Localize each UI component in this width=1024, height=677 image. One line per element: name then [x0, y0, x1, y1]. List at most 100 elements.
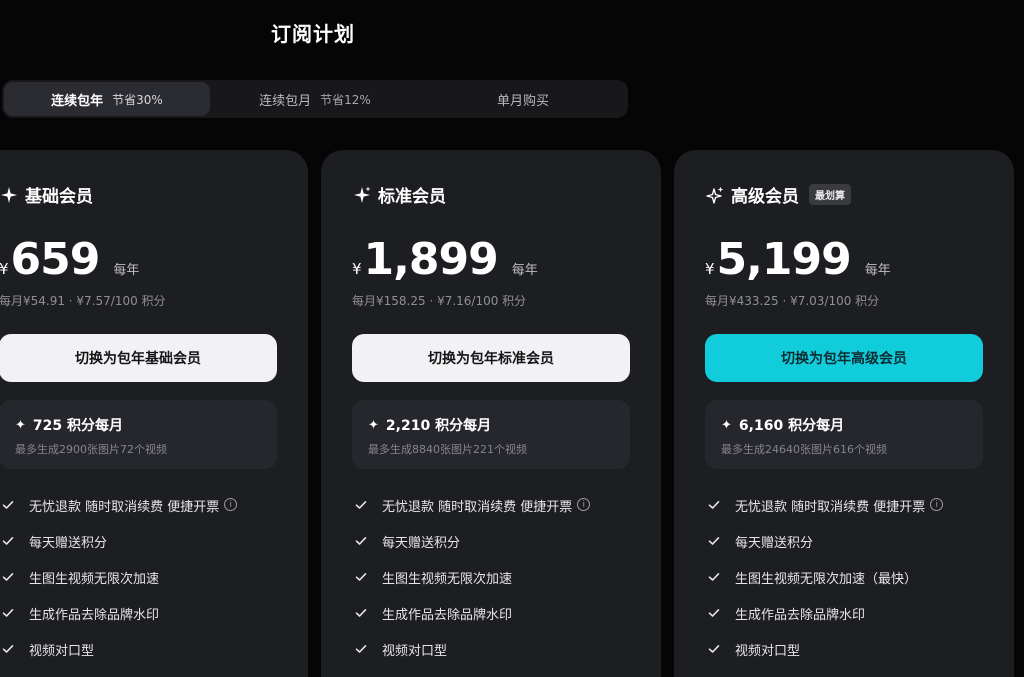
credits-box: ✦ 6,160 积分每月 最多生成24640张图片616个视频 [705, 400, 983, 469]
feature-text: 生图生视频无限次加速（最快） [735, 572, 918, 587]
feature-list: 无忧退款 随时取消续费 便捷开票 i 每天赠送积分 生图生视频无限次加速（最快）… [707, 496, 944, 676]
tab-single-month[interactable]: 单月购买 [420, 82, 626, 116]
switch-plan-button[interactable]: 切换为包年基础会员 [0, 334, 277, 382]
check-icon [708, 501, 720, 509]
credits-amount: ✦ 2,210 积分每月 [368, 415, 491, 435]
plan-card-basic: 基础会员 ¥ 659 每年 每月¥54.91 · ¥7.57/100 积分 切换… [0, 150, 308, 677]
check-icon [2, 645, 14, 653]
plan-header: 标准会员 [353, 182, 446, 207]
feature-item: 视频对口型 [354, 640, 590, 676]
plan-header: 基础会员 [0, 182, 93, 207]
feature-item: 无忧退款 随时取消续费 便捷开票 i [1, 496, 238, 532]
feature-text: 生成作品去除品牌水印 [735, 608, 866, 623]
feature-text: 生图生视频无限次加速 [382, 572, 513, 587]
tab-annual-label: 连续包年 [51, 93, 104, 109]
feature-item: 生图生视频无限次加速 [1, 568, 237, 604]
feature-item: 生图生视频无限次加速（最快） [707, 568, 943, 604]
check-icon [355, 573, 367, 581]
check-icon [708, 573, 720, 581]
feature-item: 无忧退款 随时取消续费 便捷开票 i [354, 496, 591, 532]
best-value-badge: 最划算 [809, 184, 851, 205]
feature-text: 无忧退款 随时取消续费 便捷开票 [29, 500, 220, 515]
check-icon [2, 501, 14, 509]
check-icon [708, 609, 720, 617]
star-icon: ✦ [368, 417, 379, 433]
info-icon[interactable]: i [577, 498, 591, 511]
feature-text: 生图生视频无限次加速 [29, 572, 160, 587]
currency-symbol: ¥ [352, 260, 362, 278]
tab-single-month-label: 单月购买 [496, 93, 549, 109]
currency-symbol: ¥ [0, 260, 9, 278]
check-icon [2, 537, 14, 545]
check-icon [355, 645, 367, 653]
price-period: 每年 [113, 263, 140, 278]
price-row: ¥ 1,899 每年 [352, 234, 538, 285]
feature-text: 视频对口型 [29, 644, 95, 659]
check-icon [355, 609, 367, 617]
credits-note: 最多生成24640张图片616个视频 [721, 443, 887, 456]
sparkle-icon [1, 186, 17, 203]
feature-list: 无忧退款 随时取消续费 便捷开票 i 每天赠送积分 生图生视频无限次加速 生成作… [1, 496, 238, 676]
plan-price: 1,899 [363, 234, 499, 285]
star-icon: ✦ [721, 417, 732, 433]
plan-price: 659 [10, 234, 101, 285]
price-detail: 每月¥158.25 · ¥7.16/100 积分 [352, 294, 527, 308]
info-icon[interactable]: i [224, 498, 238, 511]
feature-text: 生成作品去除品牌水印 [29, 608, 160, 623]
check-icon [2, 609, 14, 617]
plan-price: 5,199 [716, 234, 852, 285]
feature-item: 视频对口型 [1, 640, 237, 676]
feature-text: 无忧退款 随时取消续费 便捷开票 [735, 500, 926, 515]
currency-symbol: ¥ [705, 260, 715, 278]
credits-note: 最多生成8840张图片221个视频 [368, 443, 527, 456]
feature-text: 每天赠送积分 [735, 536, 814, 551]
feature-text: 无忧退款 随时取消续费 便捷开票 [382, 500, 573, 515]
feature-item: 生图生视频无限次加速 [354, 568, 590, 604]
tab-annual-saving: 节省30% [112, 92, 163, 107]
feature-text: 生成作品去除品牌水印 [382, 608, 513, 623]
credits-label: 6,160 积分每月 [738, 418, 845, 434]
switch-plan-button[interactable]: 切换为包年标准会员 [352, 334, 630, 382]
credits-box: ✦ 725 积分每月 最多生成2900张图片72个视频 [0, 400, 277, 469]
sparkle-icon [354, 186, 371, 203]
credits-note: 最多生成2900张图片72个视频 [15, 443, 167, 456]
page-title: 订阅计划 [271, 22, 355, 46]
feature-list: 无忧退款 随时取消续费 便捷开票 i 每天赠送积分 生图生视频无限次加速 生成作… [354, 496, 591, 676]
feature-item: 每天赠送积分 [354, 532, 590, 568]
plan-name: 基础会员 [25, 187, 93, 207]
plan-name: 标准会员 [378, 187, 446, 207]
feature-item: 生成作品去除品牌水印 [354, 604, 590, 640]
subscription-page: 订阅计划 连续包年 节省30% 连续包月 节省12% 单月购买 基础会员 ¥ 6… [0, 0, 1024, 677]
billing-period-tabs: 连续包年 节省30% 连续包月 节省12% 单月购买 [2, 80, 628, 118]
credits-amount: ✦ 725 积分每月 [15, 415, 123, 435]
check-icon [708, 645, 720, 653]
tab-monthly[interactable]: 连续包月 节省12% [212, 82, 418, 116]
plan-name: 高级会员 [731, 187, 799, 207]
credits-amount: ✦ 6,160 积分每月 [721, 415, 844, 435]
feature-text: 视频对口型 [382, 644, 448, 659]
feature-item: 生成作品去除品牌水印 [707, 604, 943, 640]
check-icon [708, 537, 720, 545]
plan-header: 高级会员 最划算 [706, 182, 851, 207]
feature-item: 每天赠送积分 [707, 532, 943, 568]
feature-item: 无忧退款 随时取消续费 便捷开票 i [707, 496, 944, 532]
credits-box: ✦ 2,210 积分每月 最多生成8840张图片221个视频 [352, 400, 630, 469]
feature-item: 每天赠送积分 [1, 532, 237, 568]
star-icon: ✦ [15, 417, 26, 433]
feature-text: 视频对口型 [735, 644, 801, 659]
price-detail: 每月¥54.91 · ¥7.57/100 积分 [0, 294, 166, 308]
check-icon [2, 573, 14, 581]
check-icon [355, 501, 367, 509]
price-period: 每年 [511, 263, 538, 278]
price-row: ¥ 5,199 每年 [705, 234, 891, 285]
info-icon[interactable]: i [930, 498, 944, 511]
tab-monthly-label: 连续包月 [259, 93, 312, 109]
feature-item: 生成作品去除品牌水印 [1, 604, 237, 640]
sparkles-icon [706, 186, 724, 204]
feature-item: 视频对口型 [707, 640, 943, 676]
plan-card-premium: 高级会员 最划算 ¥ 5,199 每年 每月¥433.25 · ¥7.03/10… [674, 150, 1014, 677]
tab-annual[interactable]: 连续包年 节省30% [4, 82, 210, 116]
switch-plan-button[interactable]: 切换为包年高级会员 [705, 334, 983, 382]
credits-label: 2,210 积分每月 [385, 418, 492, 434]
price-period: 每年 [864, 263, 891, 278]
